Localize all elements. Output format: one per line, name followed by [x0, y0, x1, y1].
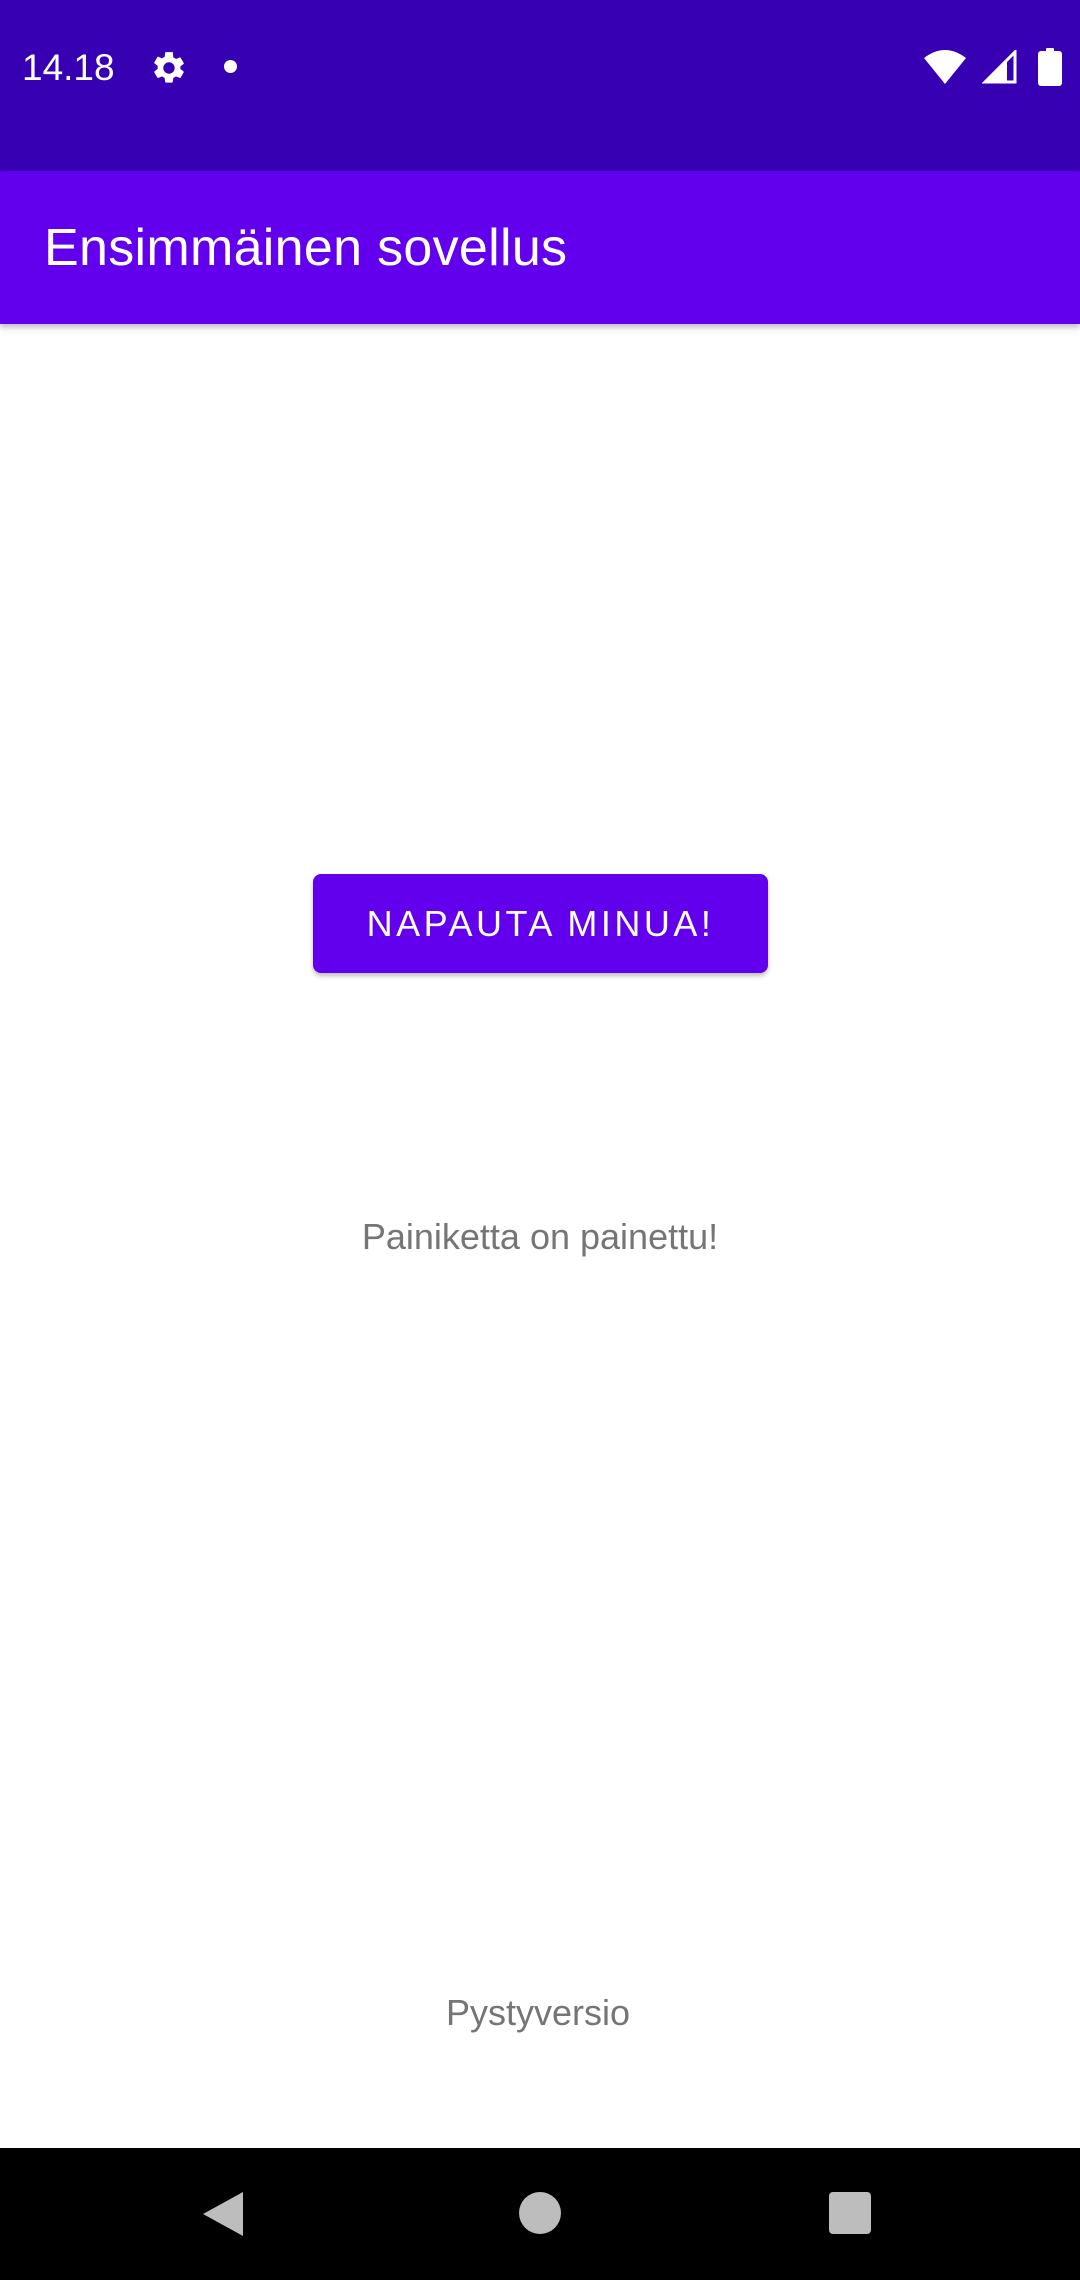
notification-dot-icon [224, 60, 237, 73]
signal-icon [982, 50, 1017, 84]
tap-me-button[interactable]: NAPAUTA MINUA! [313, 874, 768, 973]
pressed-message: Painiketta on painettu! [361, 1216, 719, 1257]
app-bar: Ensimmäinen sovellus [0, 171, 1080, 324]
app-title: Ensimmäinen sovellus [44, 219, 568, 277]
orientation-label: Pystyversio [445, 1992, 631, 2033]
wifi-icon [924, 50, 966, 84]
status-time: 14.18 [22, 47, 115, 88]
home-icon[interactable] [519, 2192, 561, 2234]
gear-icon [154, 52, 184, 83]
back-icon[interactable] [203, 2190, 247, 2238]
navigation-bar [0, 2148, 1080, 2280]
battery-icon [1038, 48, 1062, 86]
status-bar: 14.18 [0, 0, 1080, 171]
recents-icon[interactable] [829, 2192, 871, 2234]
